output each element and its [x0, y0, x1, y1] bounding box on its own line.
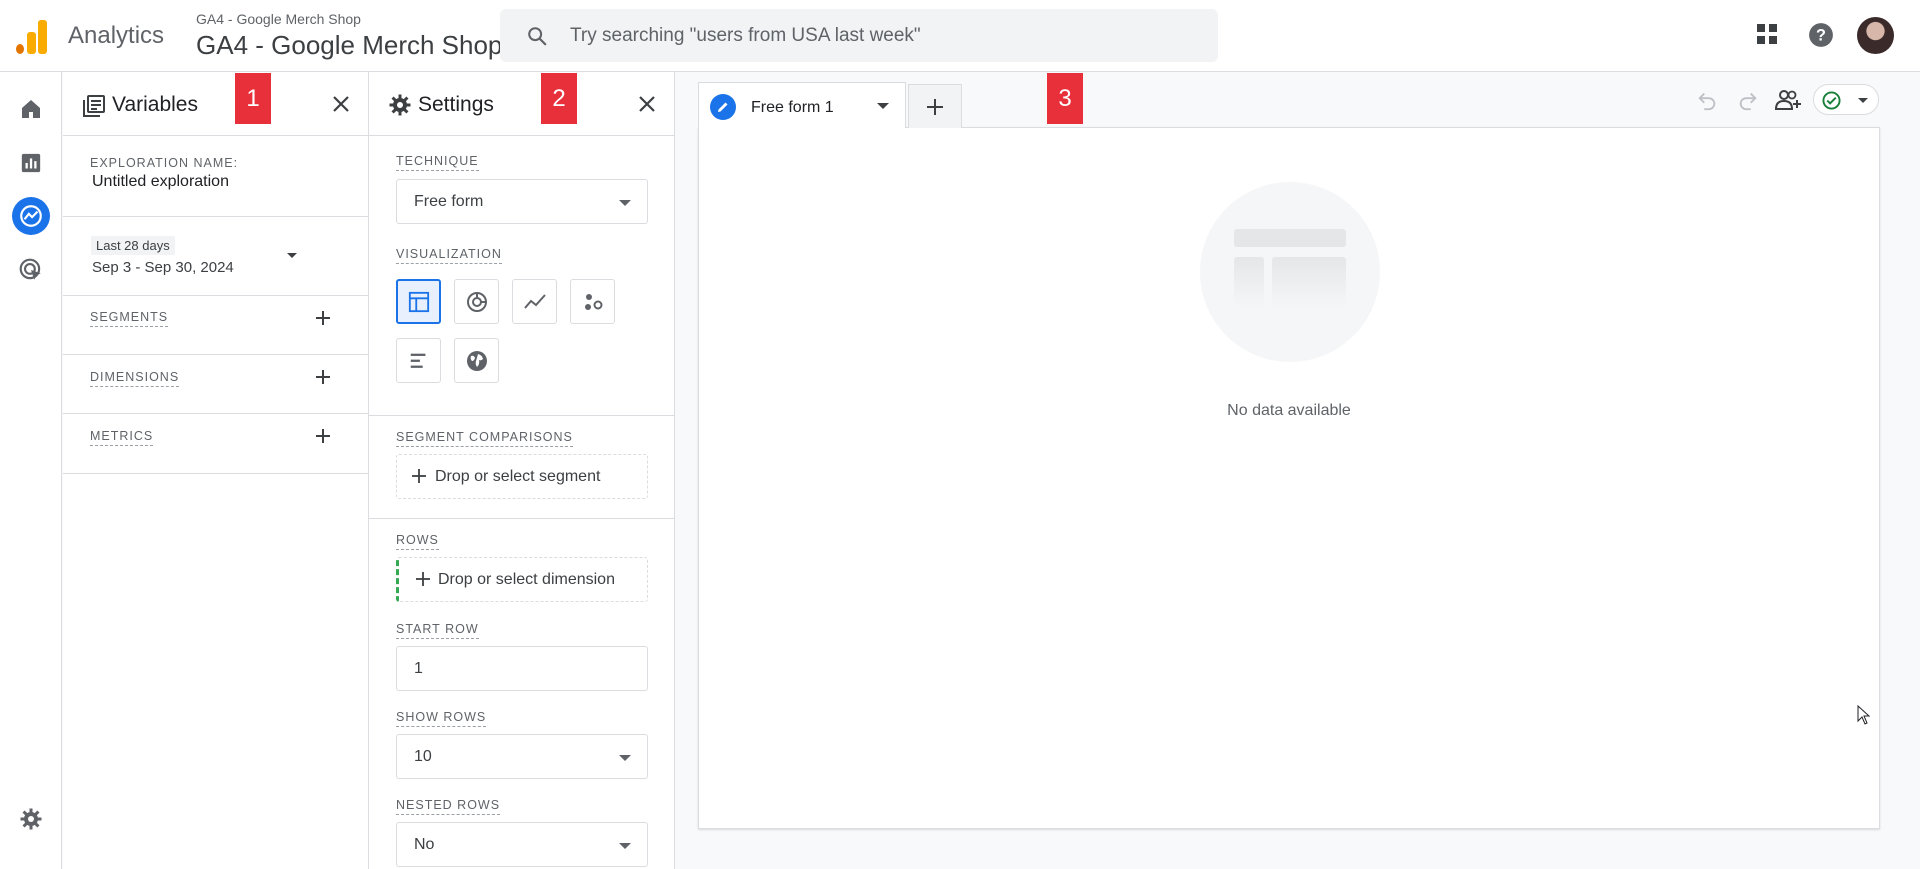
nested-rows-select[interactable]: No [396, 822, 648, 867]
dimensions-label: DIMENSIONS [90, 370, 180, 387]
mouse-cursor-icon [1857, 705, 1871, 725]
start-row-value: 1 [414, 660, 423, 677]
exploration-canvas[interactable]: No data available [698, 127, 1880, 829]
nested-rows-label: NESTED ROWS [396, 798, 501, 815]
tab-free-form-1[interactable]: Free form 1 [698, 82, 906, 128]
pencil-icon [710, 94, 736, 120]
check-circle-icon [1822, 91, 1841, 110]
redo-icon[interactable] [1737, 89, 1759, 111]
property-selector[interactable]: GA4 - Google Merch Shop [196, 30, 502, 61]
empty-state-illustration [1200, 182, 1380, 362]
avatar[interactable] [1857, 17, 1894, 54]
canvas-badge: 3 [1047, 73, 1083, 124]
apps-grid-icon[interactable] [1755, 22, 1779, 46]
chevron-down-icon [619, 843, 631, 849]
undo-icon[interactable] [1696, 89, 1718, 111]
home-icon[interactable] [12, 90, 50, 128]
date-range-text: Sep 3 - Sep 30, 2024 [92, 259, 234, 276]
exploration-name-label: EXPLORATION NAME: [90, 156, 239, 170]
metrics-label: METRICS [90, 429, 154, 446]
search-placeholder: Try searching "users from USA last week" [570, 25, 921, 46]
variables-list-icon [83, 95, 105, 117]
date-range-chip: Last 28 days [91, 236, 175, 255]
line-chart-icon[interactable] [512, 279, 557, 324]
save-status-button[interactable] [1813, 84, 1879, 115]
chevron-down-icon [619, 755, 631, 761]
add-tab-button[interactable] [908, 84, 962, 128]
variables-badge: 1 [235, 73, 271, 124]
chevron-down-icon [287, 253, 297, 258]
rows-drop-text: Drop or select dimension [438, 571, 615, 588]
gear-icon[interactable] [12, 800, 50, 838]
visualization-label: VISUALIZATION [396, 247, 502, 264]
add-metric-button[interactable] [314, 427, 332, 445]
add-segment-button[interactable] [314, 309, 332, 327]
gear-icon [389, 94, 411, 116]
search-icon [528, 27, 547, 46]
segment-drop-zone[interactable]: Drop or select segment [396, 454, 648, 499]
rows-drop-zone[interactable]: Drop or select dimension [396, 557, 648, 602]
close-icon[interactable] [331, 94, 351, 114]
svg-text:?: ? [1816, 26, 1826, 44]
start-row-label: START ROW [396, 622, 479, 639]
top-app-bar: Analytics GA4 - Google Merch Shop GA4 - … [0, 0, 1920, 72]
search-bar[interactable]: Try searching "users from USA last week" [500, 9, 1218, 62]
app-name[interactable]: Analytics [68, 22, 164, 50]
rows-label: ROWS [396, 533, 439, 550]
analytics-logo-icon[interactable] [16, 18, 48, 54]
scatter-plot-icon[interactable] [570, 279, 615, 324]
close-icon[interactable] [637, 94, 657, 114]
bar-chart-icon[interactable] [396, 338, 441, 383]
settings-panel-header: Settings 2 [369, 72, 674, 136]
segment-drop-text: Drop or select segment [435, 468, 601, 485]
chevron-down-icon[interactable] [877, 103, 889, 109]
variables-panel: Variables 1 EXPLORATION NAME: Untitled e… [63, 72, 369, 869]
technique-select[interactable]: Free form [396, 179, 648, 224]
segment-comparisons-label: SEGMENT COMPARISONS [396, 430, 573, 447]
explore-icon[interactable] [12, 197, 50, 235]
geo-map-icon[interactable] [454, 338, 499, 383]
segments-label: SEGMENTS [90, 310, 169, 327]
account-name[interactable]: GA4 - Google Merch Shop [196, 11, 361, 27]
share-people-icon[interactable] [1774, 88, 1802, 112]
reports-icon[interactable] [12, 144, 50, 182]
exploration-name-input[interactable]: Untitled exploration [92, 173, 229, 191]
tab-label: Free form 1 [751, 99, 834, 116]
left-navigation-rail [0, 72, 62, 869]
show-rows-label: SHOW ROWS [396, 710, 487, 727]
date-range-selector[interactable]: Last 28 days Sep 3 - Sep 30, 2024 [87, 234, 347, 284]
settings-badge: 2 [541, 73, 577, 124]
variables-panel-header: Variables 1 [63, 72, 368, 136]
table-icon[interactable] [396, 279, 441, 324]
technique-value: Free form [414, 193, 484, 210]
add-dimension-button[interactable] [314, 368, 332, 386]
settings-title: Settings [418, 93, 494, 116]
donut-chart-icon[interactable] [454, 279, 499, 324]
help-icon[interactable]: ? [1808, 22, 1834, 48]
plus-icon [412, 469, 426, 483]
show-rows-select[interactable]: 10 [396, 734, 648, 779]
plus-icon [416, 572, 430, 586]
nested-rows-value: No [414, 836, 435, 853]
variables-title: Variables [112, 93, 198, 116]
chevron-down-icon [1858, 98, 1868, 103]
start-row-input[interactable]: 1 [396, 646, 648, 691]
empty-state-text: No data available [1227, 402, 1351, 419]
chevron-down-icon [619, 200, 631, 206]
advertising-icon[interactable] [12, 251, 50, 289]
technique-label: TECHNIQUE [396, 154, 479, 171]
show-rows-value: 10 [414, 748, 432, 765]
